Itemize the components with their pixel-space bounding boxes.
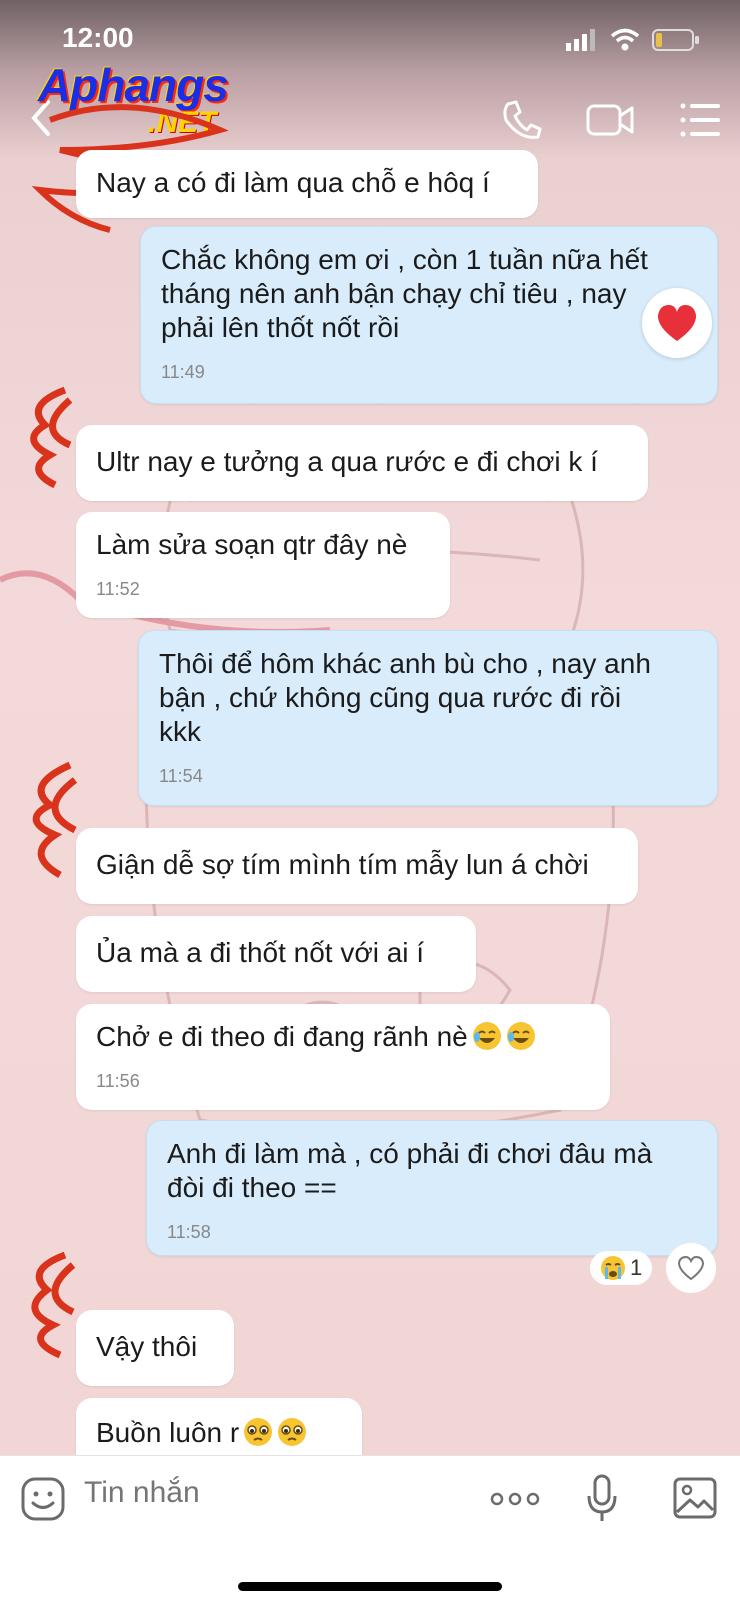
message-text: Ủa mà a đi thốt nốt với ai í bbox=[96, 937, 425, 968]
reaction-count: 1 bbox=[630, 1255, 643, 1280]
message-time: 11:56 bbox=[96, 1071, 140, 1091]
redacted-avatar bbox=[31, 1251, 76, 1359]
heart-reaction[interactable] bbox=[642, 288, 712, 358]
pleading-emoji-icon bbox=[244, 1418, 273, 1446]
message-bubble-incoming[interactable]: Làm sửa soạn qtr đây nè 11:52 bbox=[76, 512, 450, 618]
battery-icon bbox=[652, 29, 699, 51]
message-text: Làm sửa soạn qtr đây nè bbox=[96, 529, 408, 560]
message-text: Chắc không em ơi , còn 1 tuần nữa hết th… bbox=[161, 244, 648, 343]
reaction-count-badge[interactable]: 1 bbox=[590, 1251, 653, 1285]
signal-icon bbox=[566, 29, 595, 51]
message-bubble-outgoing[interactable]: Chắc không em ơi , còn 1 tuần nữa hết th… bbox=[140, 226, 718, 404]
message-text: Giận dễ sợ tím mình tím mẫy lun á chời bbox=[96, 849, 589, 880]
message-bubble-incoming[interactable]: Nay a có đi làm qua chỗ e hôq í bbox=[76, 150, 538, 218]
heart-outline-icon bbox=[677, 1255, 705, 1281]
message-text: Anh đi làm mà , có phải đi chơi đâu mà đ… bbox=[167, 1138, 653, 1203]
message-bubble-incoming[interactable]: Chở e đi theo đi đang rãnh nè 11:56 bbox=[76, 1004, 610, 1110]
message-time: 11:49 bbox=[161, 362, 205, 382]
home-indicator bbox=[238, 1582, 502, 1591]
laughing-emoji-icon bbox=[472, 1022, 501, 1050]
message-text-body: Buồn luôn r bbox=[96, 1417, 240, 1448]
sticker-smiley-icon[interactable] bbox=[20, 1476, 66, 1522]
like-button[interactable] bbox=[666, 1243, 716, 1293]
crying-emoji-icon bbox=[601, 1256, 625, 1280]
video-call-icon[interactable] bbox=[586, 98, 636, 142]
message-bubble-incoming[interactable]: Ultr nay e tưởng a qua rước e đi chơi k … bbox=[76, 425, 648, 501]
status-icons bbox=[566, 28, 700, 52]
message-text: Thôi để hôm khác anh bù cho , nay anh bậ… bbox=[159, 648, 651, 747]
redacted-avatar bbox=[32, 761, 78, 879]
more-options-icon[interactable] bbox=[490, 1492, 540, 1506]
message-text: Ultr nay e tưởng a qua rước e đi chơi k … bbox=[96, 446, 598, 477]
message-time: 11:52 bbox=[96, 579, 140, 599]
message-text: Buồn luôn r bbox=[96, 1398, 342, 1450]
message-time: 11:54 bbox=[159, 766, 203, 786]
phone-call-icon[interactable] bbox=[500, 98, 544, 142]
status-time: 12:00 bbox=[62, 22, 134, 53]
message-bubble-incoming[interactable]: Ủa mà a đi thốt nốt với ai í bbox=[76, 916, 476, 992]
message-text: Vậy thôi bbox=[96, 1331, 198, 1362]
message-bubble-incoming[interactable]: Buồn luôn r bbox=[76, 1398, 362, 1458]
wifi-icon bbox=[610, 28, 640, 51]
message-input[interactable] bbox=[84, 1476, 464, 1510]
message-bubble-incoming[interactable]: Vậy thôi bbox=[76, 1310, 234, 1386]
pleading-emoji-icon bbox=[278, 1418, 307, 1446]
image-gallery-icon[interactable] bbox=[672, 1476, 718, 1520]
message-input-bar bbox=[0, 1455, 740, 1600]
menu-icon[interactable] bbox=[678, 98, 722, 142]
message-bubble-incoming[interactable]: Giận dễ sợ tím mình tím mẫy lun á chời bbox=[76, 828, 638, 904]
red-heart-icon bbox=[657, 305, 697, 341]
message-text: Chở e đi theo đi đang rãnh nè bbox=[96, 1004, 590, 1054]
message-bubble-outgoing[interactable]: Thôi để hôm khác anh bù cho , nay anh bậ… bbox=[138, 630, 718, 806]
message-text-body: Chở e đi theo đi đang rãnh nè bbox=[96, 1021, 468, 1052]
redacted-avatar bbox=[30, 386, 73, 489]
laughing-emoji-icon bbox=[506, 1022, 535, 1050]
message-bubble-outgoing[interactable]: Anh đi làm mà , có phải đi chơi đâu mà đ… bbox=[146, 1120, 718, 1256]
microphone-icon[interactable] bbox=[586, 1474, 618, 1524]
message-text: Nay a có đi làm qua chỗ e hôq í bbox=[96, 167, 490, 198]
message-time: 11:58 bbox=[167, 1222, 211, 1242]
